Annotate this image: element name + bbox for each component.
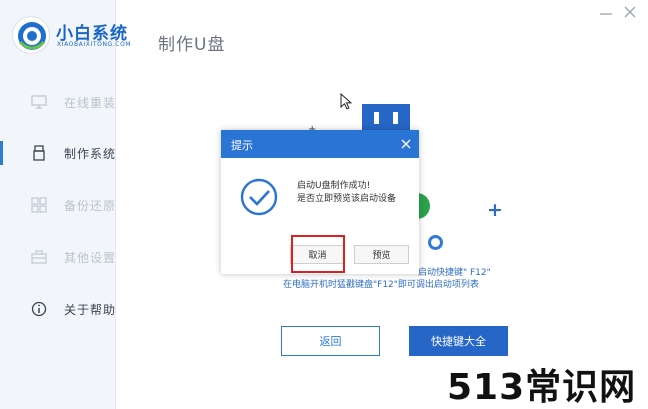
app-subtitle: XIAOBAIXITONG.COM: [57, 41, 132, 48]
sidebar-item-label: 其他设置: [64, 250, 117, 265]
sidebar-item-backup-restore[interactable]: 备份还原: [0, 185, 116, 225]
dialog-message: 启动U盘制作成功!: [297, 181, 371, 191]
minimize-icon[interactable]: [598, 6, 614, 20]
sidebar: 小白系统 XIAOBAIXITONG.COM 在线重装 制作系统 备份还原 其他…: [0, 0, 131, 409]
watermark-text: 513常识网: [447, 367, 637, 408]
dialog-header: 提示: [221, 130, 419, 158]
mouse-cursor-icon: [340, 92, 353, 114]
sidebar-item-other-settings[interactable]: 其他设置: [0, 237, 116, 277]
backup-grid-icon: [30, 196, 48, 214]
sidebar-item-label: 关于帮助: [64, 302, 117, 317]
monitor-icon: [30, 93, 48, 111]
usb-icon: [30, 144, 48, 162]
dialog-title: 提示: [231, 139, 253, 152]
back-button[interactable]: 返回: [281, 326, 380, 356]
sidebar-item-label: 备份还原: [64, 198, 117, 213]
page-title: 制作U盘: [158, 35, 226, 55]
logo-icon: [12, 16, 50, 54]
close-icon[interactable]: [399, 136, 413, 150]
sidebar-item-online-reinstall[interactable]: 在线重装: [0, 82, 116, 122]
shortcut-keys-button[interactable]: 快捷键大全: [409, 326, 508, 356]
sidebar-item-label: 制作系统: [64, 146, 117, 161]
dialog-question: 是否立即预览该启动设备: [297, 194, 397, 204]
close-icon[interactable]: [622, 4, 638, 20]
hotkey-instruction: 在电脑开机时猛戳键盘"F12"即可调出启动项列表: [283, 280, 479, 290]
sidebar-item-label: 在线重装: [64, 95, 117, 110]
sidebar-item-about-help[interactable]: 关于帮助: [0, 289, 116, 329]
active-indicator: [0, 141, 3, 165]
ring-decoration: [428, 235, 443, 250]
plus-decoration-icon: +: [487, 199, 503, 221]
check-circle-icon: [239, 177, 279, 217]
preview-button[interactable]: 预览: [354, 245, 409, 264]
red-highlight-box: [291, 235, 345, 273]
toolbox-icon: [30, 248, 48, 266]
sidebar-item-make-system[interactable]: 制作系统: [0, 133, 116, 173]
app-logo: 小白系统 XIAOBAIXITONG.COM: [12, 14, 152, 58]
info-icon: [30, 300, 48, 318]
